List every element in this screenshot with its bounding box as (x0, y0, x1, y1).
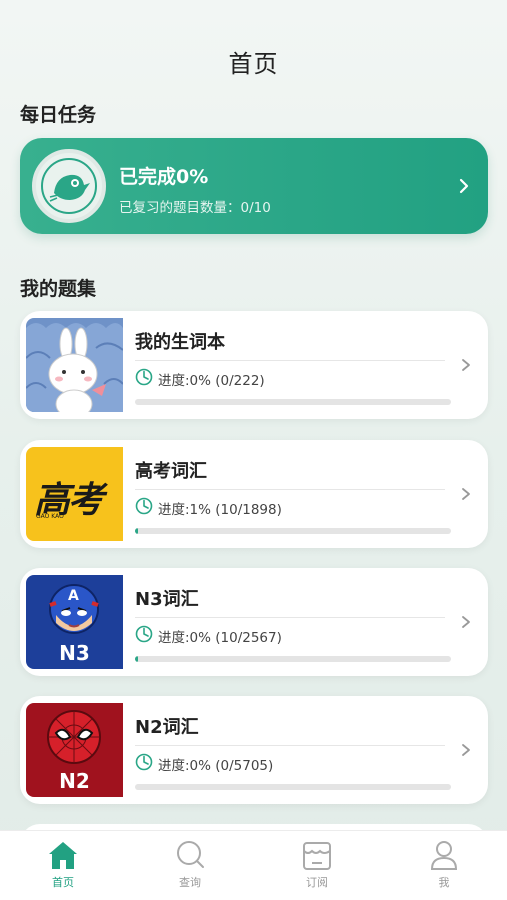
daily-task-card[interactable]: 已完成0% 已复习的题目数量：0/10 (20, 138, 488, 234)
progress-text: 进度:0% (0/5705) (158, 758, 274, 774)
cover-title: N3 (59, 641, 90, 665)
tab-subscribe[interactable]: 订阅 (277, 839, 357, 897)
section-title-daily: 每日任务 (20, 104, 97, 126)
bird-logo-icon (41, 158, 97, 214)
spider-cover: N2 (26, 703, 123, 797)
progress-text: 进度:0% (10/2567) (158, 630, 282, 646)
tab-label: 查询 (179, 876, 201, 889)
person-icon (430, 841, 458, 870)
set-card-n2[interactable]: N2 N2词汇 进度:0% (0/5705) (20, 696, 488, 804)
badge-letter: A (68, 588, 79, 604)
set-card-gaokao[interactable]: 高考 GAO KAO 高考词汇 进度:1% (10/1898) (20, 440, 488, 548)
progress-pie-icon (135, 368, 153, 386)
chevron-right-icon (462, 744, 470, 756)
progress-text: 进度:0% (0/222) (158, 373, 265, 389)
progress-pie-icon (135, 497, 153, 515)
home-icon (49, 842, 77, 869)
progress-bar (135, 399, 451, 405)
section-title-sets: 我的题集 (20, 278, 97, 300)
page-title: 首页 (228, 50, 279, 78)
set-name: 我的生词本 (135, 332, 225, 353)
set-divider (135, 489, 445, 490)
set-divider (135, 745, 445, 746)
gaokao-cover: 高考 GAO KAO (26, 447, 123, 541)
task-avatar (32, 149, 106, 223)
review-count-text: 已复习的题目数量：0/10 (119, 200, 271, 216)
cover-title: N2 (59, 769, 90, 793)
set-name: N3词汇 (135, 589, 199, 610)
chevron-right-icon (459, 178, 469, 194)
tab-bar: 首页 查询 订阅 我 (0, 830, 507, 900)
progress-text: 进度:1% (10/1898) (158, 502, 282, 518)
search-icon (177, 841, 204, 868)
set-divider (135, 617, 445, 618)
captain-cover: A N3 (26, 575, 123, 669)
set-name: N2词汇 (135, 717, 199, 738)
cover-subtitle: GAO KAO (36, 513, 64, 520)
tab-me[interactable]: 我 (404, 839, 484, 897)
progress-bar (135, 656, 451, 662)
progress-pie-icon (135, 625, 153, 643)
set-name: 高考词汇 (135, 461, 207, 482)
tab-home[interactable]: 首页 (23, 839, 103, 897)
progress-bar-fill (135, 528, 138, 534)
chevron-right-icon (462, 359, 470, 371)
tab-label: 首页 (52, 876, 74, 889)
tab-label: 订阅 (306, 876, 328, 889)
progress-pie-icon (135, 753, 153, 771)
set-divider (135, 360, 445, 361)
store-icon (303, 842, 331, 870)
tab-label: 我 (438, 876, 450, 889)
progress-bar (135, 528, 451, 534)
progress-bar-fill (135, 656, 138, 662)
set-card-n3[interactable]: A N3 N3词汇 进度:0% (10/2567) (20, 568, 488, 676)
tab-search[interactable]: 查询 (150, 839, 230, 897)
completion-label: 已完成0% (119, 166, 209, 188)
bunny-cover (26, 318, 123, 412)
chevron-right-icon (462, 488, 470, 500)
set-card-vocab-book[interactable]: 我的生词本 进度:0% (0/222) (20, 311, 488, 419)
progress-bar (135, 784, 451, 790)
chevron-right-icon (462, 616, 470, 628)
